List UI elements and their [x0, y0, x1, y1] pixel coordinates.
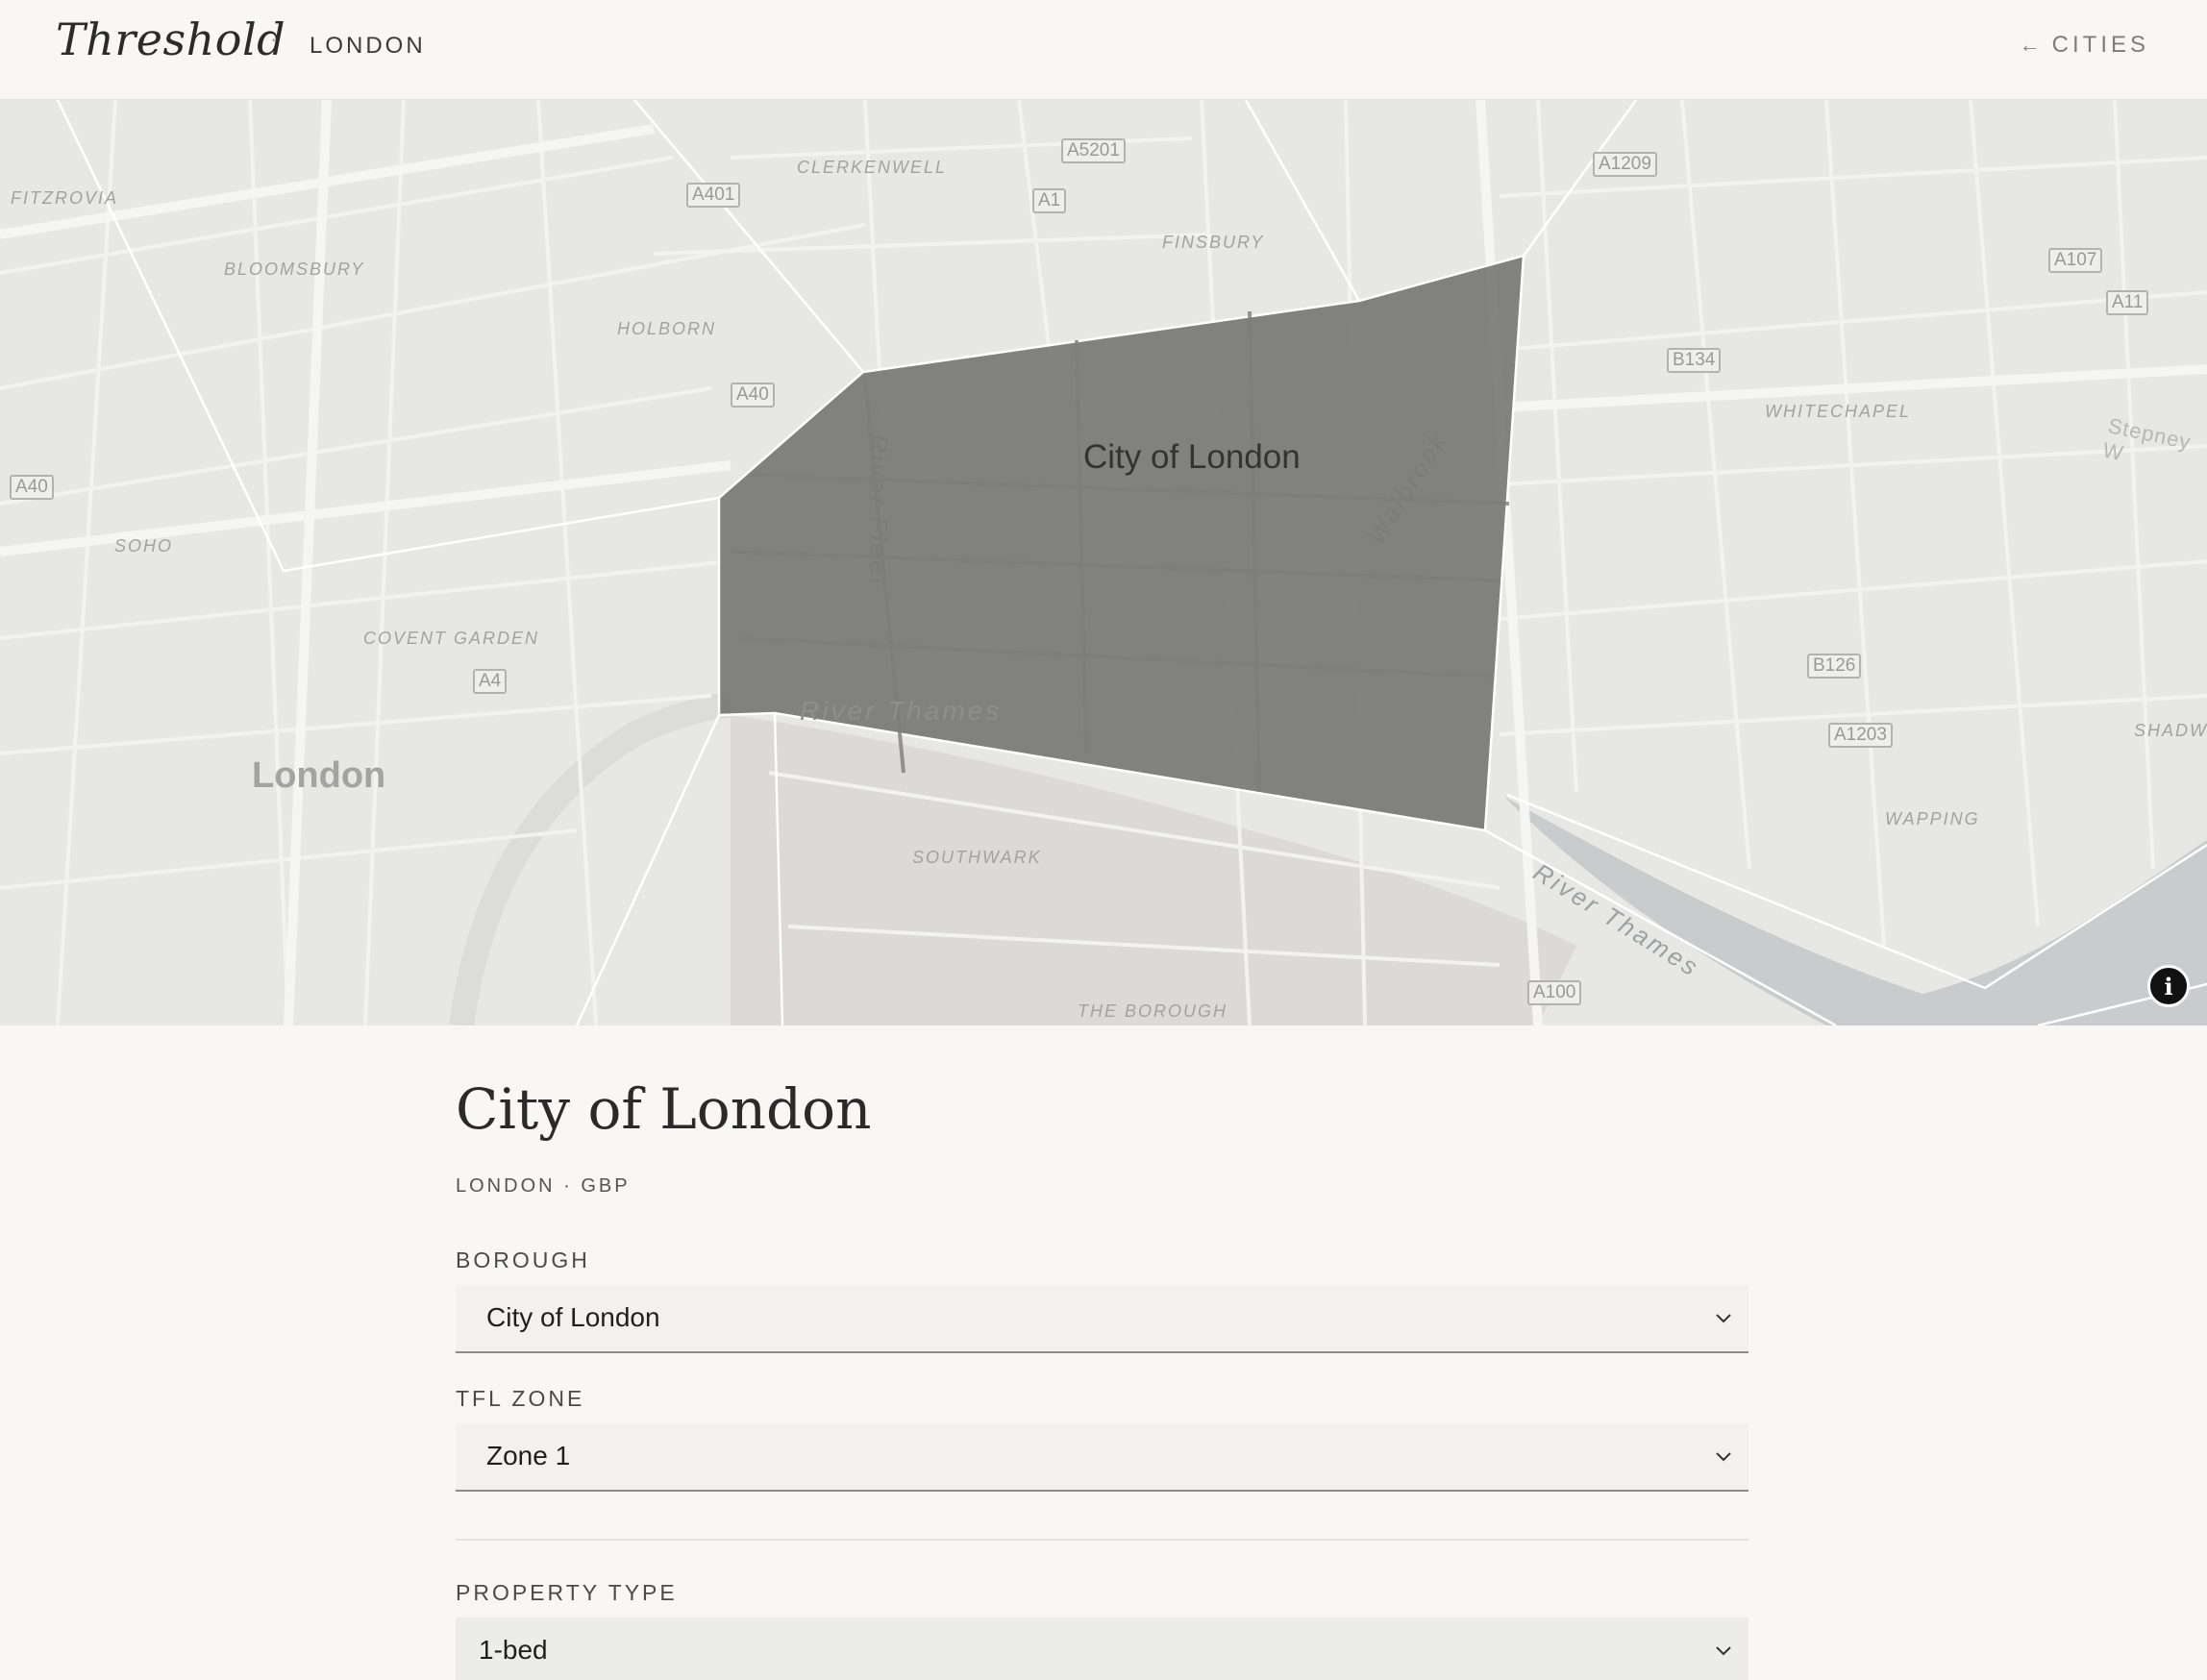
map-label-clerkenwell: CLERKENWELL [797, 158, 948, 177]
road-shield: A107 [2048, 248, 2103, 273]
map-label-finsbury: FINSBURY [1162, 233, 1265, 252]
chevron-down-icon [1716, 1646, 1731, 1656]
map-label-whitechapel: WHITECHAPEL [1765, 402, 1912, 421]
map-label-river-fleet: River Fleet [864, 434, 893, 587]
back-to-cities-link[interactable]: ← CITIES [2020, 32, 2149, 59]
map-label-wapping: WAPPING [1885, 809, 1980, 828]
road-shield: A1209 [1593, 152, 1657, 177]
road-shield: B126 [1807, 654, 1862, 679]
brand-logo[interactable]: Threshold [56, 13, 285, 65]
road-shield: A5201 [1061, 138, 1126, 163]
map-label-london: London [252, 755, 386, 796]
road-shield: B134 [1667, 348, 1722, 373]
breadcrumb-city: LONDON [310, 33, 426, 59]
road-shield: A40 [731, 383, 775, 408]
road-shield: A1203 [1828, 723, 1893, 748]
road-shield: A11 [2106, 290, 2149, 315]
section-divider [456, 1539, 1748, 1541]
property-type-select-value: 1-bed [479, 1635, 548, 1665]
borough-label: BOROUGH [456, 1248, 590, 1272]
tfl-zone-select-value: Zone 1 [486, 1441, 571, 1470]
map-label-fitzrovia: FITZROVIA [11, 188, 118, 208]
area-title: City of London [456, 1076, 872, 1142]
map-label-selected-area: City of London [1083, 438, 1301, 476]
property-type-label: PROPERTY TYPE [456, 1580, 678, 1605]
road-shield: A1 [1032, 188, 1067, 213]
borough-select-value: City of London [486, 1302, 660, 1332]
borough-select[interactable]: City of London [456, 1285, 1748, 1353]
tfl-zone-label: TFL ZONE [456, 1386, 585, 1411]
map-label-soho: SOHO [114, 536, 174, 556]
road-shield: A401 [686, 183, 741, 208]
property-type-select[interactable]: 1-bed [456, 1618, 1748, 1680]
map-label-covent-garden: COVENT GARDEN [363, 629, 540, 648]
road-shield: A4 [473, 669, 508, 694]
map-canvas [0, 100, 2207, 1025]
map-view[interactable]: FITZROVIA BLOOMSBURY HOLBORN CLERKENWELL… [0, 100, 2207, 1025]
map-label-holborn: HOLBORN [617, 319, 717, 338]
tfl-zone-select[interactable]: Zone 1 [456, 1423, 1748, 1492]
road-shield: A40 [10, 475, 54, 500]
chevron-down-icon [1716, 1452, 1731, 1462]
road-shield: A100 [1527, 980, 1582, 1005]
area-subtitle: LONDON · GBP [456, 1175, 631, 1197]
map-label-shadwell: SHADW [2134, 721, 2207, 740]
map-attribution-info-icon[interactable]: i [2147, 965, 2190, 1007]
map-label-the-borough: THE BOROUGH [1078, 1001, 1228, 1021]
map-label-southwark: SOUTHWARK [912, 848, 1042, 867]
breadcrumb-separator: · [270, 27, 278, 51]
arrow-left-icon: ← [2019, 33, 2041, 57]
map-label-bloomsbury: BLOOMSBURY [224, 259, 365, 279]
map-label-river-thames: River Thames [800, 696, 1003, 726]
top-bar: Threshold · LONDON ← CITIES [0, 0, 2207, 100]
chevron-down-icon [1716, 1314, 1731, 1323]
back-link-label: CITIES [2051, 32, 2149, 58]
